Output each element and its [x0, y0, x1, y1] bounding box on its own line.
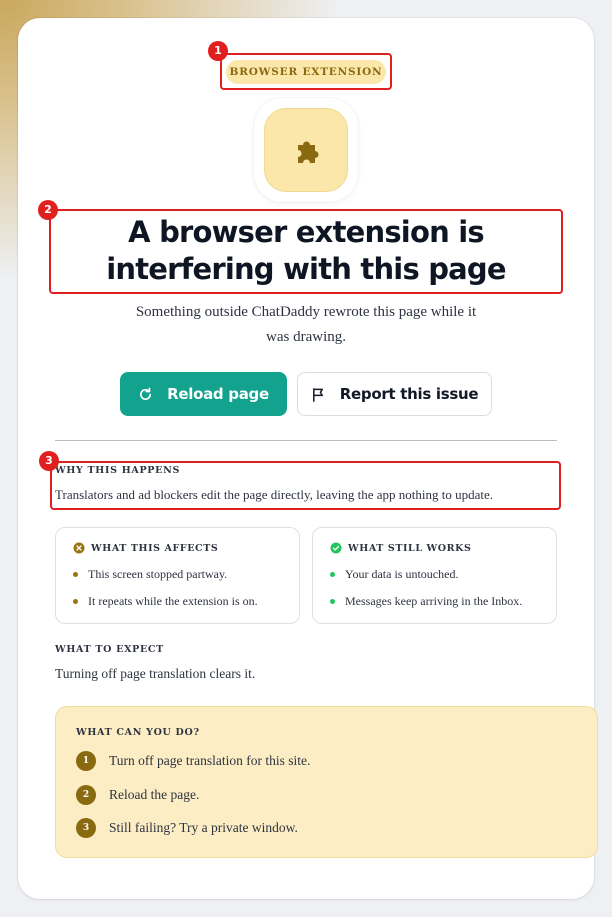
affects-title: WHAT THIS AFFECTS	[91, 542, 219, 554]
action-step: 1 Turn off page translation for this sit…	[76, 751, 310, 771]
extension-icon-tile	[264, 108, 348, 192]
section-divider	[55, 440, 557, 441]
puzzle-icon	[298, 141, 319, 163]
step-text: Turn off page translation for this site.	[109, 753, 311, 768]
flag-icon	[312, 387, 323, 402]
annotation-box-badge	[220, 53, 392, 90]
step-number: 2	[76, 785, 96, 805]
page-subtitle: Something outside ChatDaddy rewrote this…	[135, 304, 477, 345]
list-item: It repeats while the extension is on.	[73, 593, 258, 620]
refresh-icon	[140, 387, 152, 400]
list-item: Your data is untouched.	[330, 566, 522, 593]
step-text: Reload the page.	[109, 787, 200, 802]
works-card: WHAT STILL WORKS Your data is untouched.…	[312, 527, 557, 624]
works-title: WHAT STILL WORKS	[348, 542, 472, 554]
expect-text: Turning off page translation clears it.	[55, 666, 256, 681]
step-number: 1	[76, 751, 96, 771]
step-text: Still failing? Try a private window.	[109, 820, 298, 835]
affects-card: WHAT THIS AFFECTS This screen stopped pa…	[55, 527, 300, 624]
annotation-marker: 2	[38, 200, 58, 220]
list-item: Messages keep arriving in the Inbox.	[330, 593, 522, 620]
annotation-marker: 3	[39, 451, 59, 471]
annotation-box-why	[50, 461, 561, 510]
action-step: 3 Still failing? Try a private window.	[76, 818, 298, 838]
expect-heading: WHAT TO EXPECT	[55, 644, 164, 655]
step-number: 3	[76, 818, 96, 838]
reload-page-label: Reload page	[167, 385, 269, 403]
annotation-marker: 1	[208, 41, 228, 61]
actions-panel: WHAT CAN YOU DO? 1 Turn off page transla…	[55, 706, 598, 858]
list-item: This screen stopped partway.	[73, 566, 258, 593]
report-issue-label: Report this issue	[339, 385, 479, 403]
annotation-box-title	[49, 209, 563, 294]
x-circle-icon	[73, 542, 85, 554]
reload-page-button[interactable]: Reload page	[120, 372, 287, 416]
check-circle-icon	[330, 542, 342, 554]
actions-heading: WHAT CAN YOU DO?	[76, 727, 200, 738]
report-issue-button[interactable]: Report this issue	[297, 372, 492, 416]
action-step: 2 Reload the page.	[76, 785, 199, 805]
